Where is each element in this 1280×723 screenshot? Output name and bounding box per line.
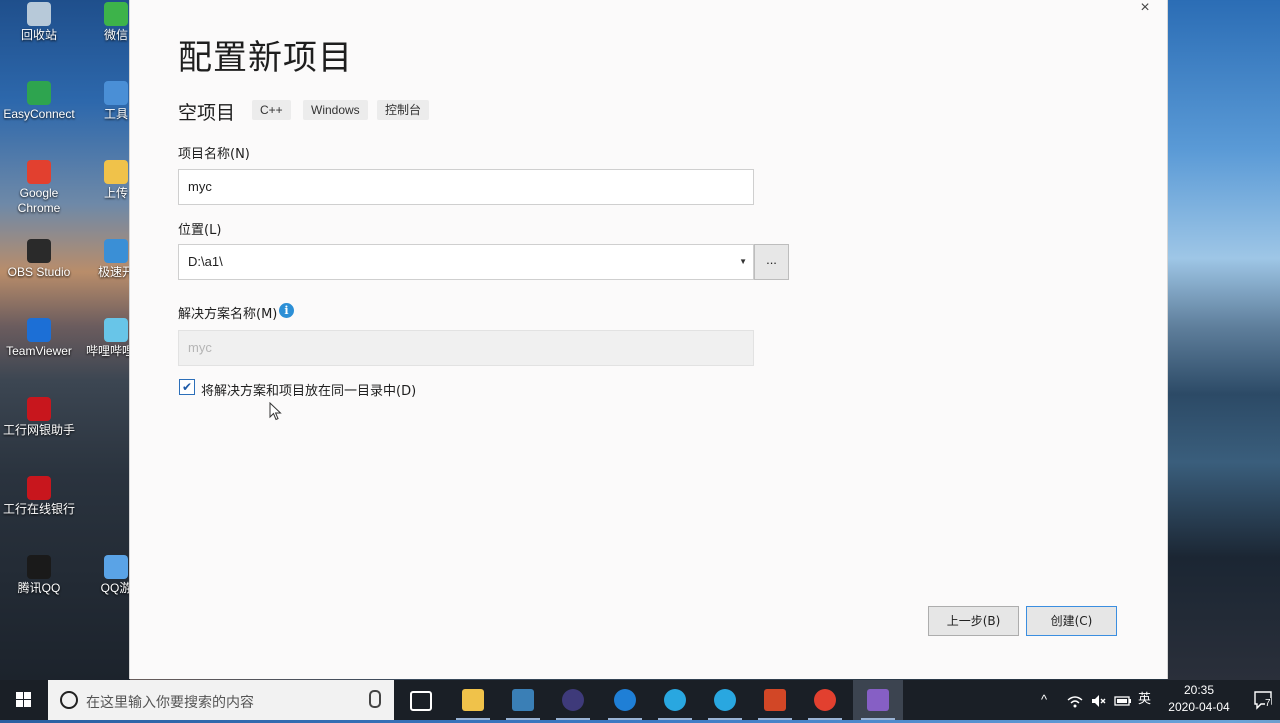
desktop-icon[interactable]: EasyConnect <box>0 81 78 122</box>
tools-icon <box>104 81 128 105</box>
visual-studio-icon <box>867 689 889 711</box>
wechat-icon <box>104 2 128 26</box>
taskbar-app[interactable] <box>548 680 598 720</box>
show-hidden-icons-button[interactable]: ^ <box>1041 680 1047 720</box>
taskbar-app[interactable] <box>498 680 548 720</box>
mouse-pointer-icon <box>269 402 282 421</box>
same-directory-checkbox[interactable]: ✔ <box>179 379 195 395</box>
qq-icon <box>27 555 51 579</box>
location-label: 位置(L) <box>178 223 222 238</box>
file-explorer-icon <box>462 689 484 711</box>
configure-project-dialog: × 配置新项目 空项目 C++ Windows 控制台 项目名称(N) myc … <box>129 0 1168 679</box>
browse-button[interactable]: ... <box>754 244 789 280</box>
desktop-icon[interactable]: 回收站 <box>0 2 78 43</box>
clock[interactable]: 20:35 2020-04-04 <box>1158 682 1240 716</box>
solution-name-label: 解决方案名称(M) <box>178 307 278 322</box>
notification-count: 7 <box>1265 698 1271 709</box>
qq-game-icon <box>104 555 128 579</box>
volume-muted-icon[interactable] <box>1090 692 1108 710</box>
notification-center-button[interactable]: 7 <box>1252 688 1274 712</box>
location-combobox[interactable]: D:\a1\ ▼ <box>178 244 754 280</box>
teamviewer-icon <box>27 318 51 342</box>
solution-name-value: myc <box>188 340 212 355</box>
speed-icon <box>104 239 128 263</box>
solution-name-input: myc <box>178 330 754 366</box>
location-value: D:\a1\ <box>188 254 223 269</box>
desktop-icon[interactable]: 腾讯QQ <box>0 555 78 596</box>
taskbar-app[interactable] <box>853 680 903 720</box>
close-button[interactable]: × <box>1133 0 1157 18</box>
clock-date: 2020-04-04 <box>1168 700 1230 714</box>
search-box[interactable]: 在这里输入你要搜索的内容 <box>48 680 394 720</box>
tag-console: 控制台 <box>377 100 430 120</box>
bilibili-icon <box>104 318 128 342</box>
easyconnect-icon <box>27 81 51 105</box>
create-button[interactable]: 创建(C) <box>1026 606 1117 636</box>
desktop-icon[interactable]: TeamViewer <box>0 318 78 359</box>
desktop-icon-label: 回收站 <box>20 28 57 42</box>
desktop-icon-label: 工行在线银行 <box>2 502 75 516</box>
battery-icon[interactable] <box>1114 692 1132 710</box>
sql-tool-icon <box>512 689 534 711</box>
desktop-wallpaper-right <box>1166 0 1280 680</box>
task-view-icon <box>410 691 432 711</box>
back-button[interactable]: 上一步(B) <box>928 606 1019 636</box>
tag-windows: Windows <box>303 100 368 120</box>
desktop-icon-label: EasyConnect <box>3 107 75 121</box>
microphone-icon[interactable] <box>369 690 381 708</box>
ie-icon <box>664 689 686 711</box>
icbc-icon <box>27 397 51 421</box>
taskbar-app[interactable] <box>600 680 650 720</box>
powerpoint-icon <box>764 689 786 711</box>
chevron-down-icon[interactable]: ▼ <box>739 245 747 279</box>
info-icon[interactable]: i <box>279 303 294 318</box>
icbc-icon <box>27 476 51 500</box>
project-name-input[interactable]: myc <box>178 169 754 205</box>
desktop-icon-label: 腾讯QQ <box>17 581 61 595</box>
edge-icon <box>614 689 636 711</box>
start-button[interactable] <box>0 680 48 720</box>
folder-icon <box>104 160 128 184</box>
desktop-icon[interactable]: Google Chrome <box>0 160 78 216</box>
template-name: 空项目 <box>178 102 236 124</box>
windows-logo-icon <box>16 692 31 707</box>
taskbar-app[interactable] <box>448 680 498 720</box>
taskbar-app[interactable] <box>700 680 750 720</box>
page-title: 配置新项目 <box>178 38 353 78</box>
desktop-icon-label: OBS Studio <box>7 265 71 279</box>
cortana-icon[interactable] <box>60 691 78 709</box>
taskbar-app[interactable] <box>650 680 700 720</box>
eclipse-icon <box>562 689 584 711</box>
ime-indicator[interactable]: 英 <box>1138 680 1151 720</box>
desktop-icon[interactable]: 工行在线银行 <box>0 476 78 517</box>
desktop-icon-label: TeamViewer <box>6 344 72 358</box>
wifi-icon[interactable] <box>1066 692 1084 710</box>
desktop-icon-label: 工行网银助手 <box>2 423 75 437</box>
taskbar: 在这里输入你要搜索的内容 ^ 英 20:35 2020-04-04 7 <box>0 680 1280 720</box>
same-directory-label[interactable]: 将解决方案和项目放在同一目录中(D) <box>201 380 416 399</box>
taskbar-app[interactable] <box>396 680 446 720</box>
obs-icon <box>27 239 51 263</box>
desktop-icon-label: Google Chrome <box>17 186 61 215</box>
chrome-icon <box>814 689 836 711</box>
project-name-label: 项目名称(N) <box>178 147 250 162</box>
clock-time: 20:35 <box>1183 683 1215 697</box>
recycle-bin-icon <box>27 2 51 26</box>
chrome-icon <box>27 160 51 184</box>
desktop-icon[interactable]: OBS Studio <box>0 239 78 280</box>
tag-cpp: C++ <box>252 100 291 120</box>
taskbar-app[interactable] <box>800 680 850 720</box>
search-placeholder: 在这里输入你要搜索的内容 <box>86 695 254 711</box>
ie-icon <box>714 689 736 711</box>
project-name-value: myc <box>188 179 212 194</box>
desktop-icon[interactable]: 工行网银助手 <box>0 397 78 438</box>
taskbar-app[interactable] <box>750 680 800 720</box>
